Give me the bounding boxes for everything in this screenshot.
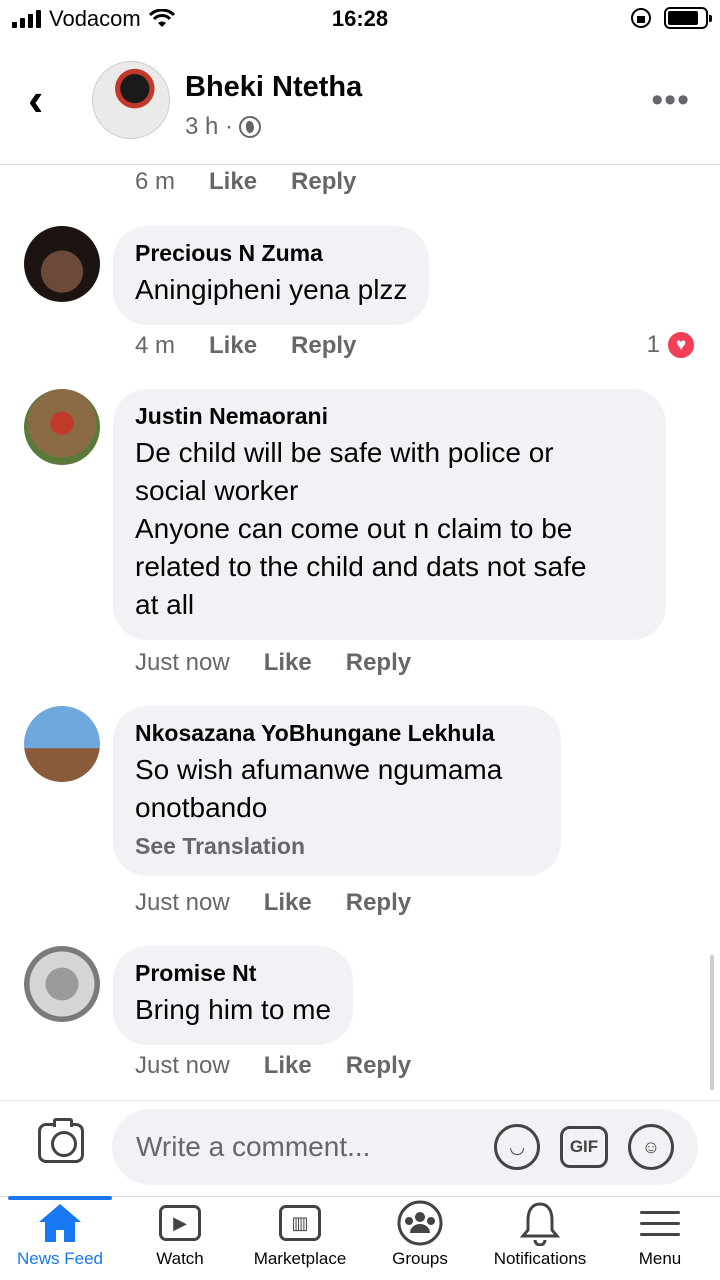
sticker-icon[interactable]: ◡ bbox=[494, 1124, 540, 1170]
clock: 16:28 bbox=[331, 6, 389, 31]
reply-button[interactable]: Reply bbox=[291, 168, 356, 196]
camera-icon[interactable] bbox=[38, 1118, 84, 1163]
tab-marketplace[interactable]: ▥ Marketplace bbox=[240, 1197, 360, 1280]
comment-text: So wish afumanwe ngumama onotbando bbox=[135, 754, 503, 823]
like-button[interactable]: Like bbox=[264, 1052, 312, 1080]
like-button[interactable]: Like bbox=[209, 168, 257, 196]
comment-placeholder[interactable]: Write a comment... bbox=[136, 1131, 474, 1163]
comment-bubble: Precious N Zuma Aningipheni yena plzz bbox=[113, 226, 430, 325]
emoji-icon[interactable]: ☺ bbox=[628, 1124, 674, 1170]
tab-groups[interactable]: Groups bbox=[360, 1197, 480, 1280]
comment-actions: Just now Like Reply bbox=[135, 1052, 411, 1080]
comments-list: 6 m Like Reply Precious N Zuma Aningiphe… bbox=[0, 166, 720, 1096]
status-bar: Vodacom 16:28 bbox=[0, 0, 720, 40]
avatar[interactable] bbox=[24, 389, 100, 465]
tab-label: Marketplace bbox=[253, 1249, 347, 1268]
groups-icon bbox=[360, 1197, 480, 1249]
bottom-tab-bar: News Feed ▶ Watch ▥ Marketplace Groups N… bbox=[0, 1196, 720, 1280]
comment-time: Just now bbox=[135, 889, 230, 916]
comment-time: Just now bbox=[135, 649, 230, 676]
tab-menu[interactable]: Menu bbox=[600, 1197, 720, 1280]
author-name[interactable]: Bheki Ntetha bbox=[185, 71, 362, 104]
comment-author[interactable]: Precious N Zuma bbox=[135, 240, 407, 267]
tab-news-feed[interactable]: News Feed bbox=[0, 1196, 120, 1280]
comment-time: 6 m bbox=[135, 168, 176, 195]
gif-button[interactable]: GIF bbox=[560, 1126, 608, 1168]
tab-label: Groups bbox=[392, 1249, 448, 1268]
like-button[interactable]: Like bbox=[264, 889, 312, 917]
avatar[interactable] bbox=[24, 226, 100, 302]
like-button[interactable]: Like bbox=[209, 332, 257, 360]
back-icon[interactable]: ‹ bbox=[28, 76, 68, 123]
reaction-number: 1 bbox=[646, 331, 660, 358]
reaction-count[interactable]: 1 ♥ bbox=[647, 330, 696, 360]
marketplace-icon: ▥ bbox=[240, 1197, 360, 1249]
reply-button[interactable]: Reply bbox=[346, 1052, 411, 1080]
reply-button[interactable]: Reply bbox=[346, 889, 411, 917]
post-time: 3 h · bbox=[185, 113, 234, 140]
home-icon bbox=[0, 1197, 120, 1249]
reply-button[interactable]: Reply bbox=[291, 332, 356, 360]
watch-icon: ▶ bbox=[120, 1197, 240, 1249]
comment-actions: 6 m Like Reply bbox=[135, 168, 356, 196]
tab-notifications[interactable]: Notifications bbox=[480, 1197, 600, 1280]
comment-input[interactable]: Write a comment... ◡ GIF ☺ bbox=[112, 1109, 698, 1185]
comment-author[interactable]: Justin Nemaorani bbox=[135, 403, 644, 430]
tab-label: News Feed bbox=[17, 1249, 103, 1268]
orientation-lock-icon bbox=[631, 8, 651, 28]
comment-actions: Just now Like Reply bbox=[135, 889, 411, 917]
more-options-icon[interactable]: ••• bbox=[651, 81, 690, 120]
tab-watch[interactable]: ▶ Watch bbox=[120, 1197, 240, 1280]
comment-bubble: Nkosazana YoBhungane Lekhula So wish afu… bbox=[113, 706, 561, 876]
tab-label: Menu bbox=[638, 1249, 682, 1268]
comment-time: Just now bbox=[135, 1052, 230, 1079]
avatar[interactable] bbox=[24, 706, 100, 782]
globe-icon bbox=[239, 116, 262, 138]
comment-time: 4 m bbox=[135, 332, 176, 359]
tab-label: Watch bbox=[156, 1249, 204, 1268]
battery-icon bbox=[664, 7, 712, 29]
comment-composer: Write a comment... ◡ GIF ☺ bbox=[0, 1100, 720, 1196]
avatar[interactable] bbox=[24, 946, 100, 1022]
tab-label: Notifications bbox=[493, 1249, 587, 1268]
avatar[interactable] bbox=[92, 61, 170, 139]
comment-actions: Just now Like Reply bbox=[135, 649, 411, 677]
comment-bubble: Justin Nemaorani De child will be safe w… bbox=[113, 389, 666, 640]
see-translation-link[interactable]: See Translation bbox=[135, 833, 539, 860]
comment-author[interactable]: Nkosazana YoBhungane Lekhula bbox=[135, 720, 539, 747]
like-button[interactable]: Like bbox=[264, 649, 312, 677]
comment-text: Aningipheni yena plzz bbox=[135, 274, 408, 305]
bell-icon bbox=[480, 1197, 600, 1249]
comment-text: De child will be safe with police or soc… bbox=[135, 437, 587, 620]
heart-icon: ♥ bbox=[666, 330, 696, 360]
reply-button[interactable]: Reply bbox=[346, 649, 411, 677]
post-header: ‹ Bheki Ntetha 3 h · ••• bbox=[0, 55, 720, 165]
comment-text: Bring him to me bbox=[135, 994, 332, 1025]
comment-author[interactable]: Promise Nt bbox=[135, 960, 331, 987]
menu-icon bbox=[600, 1197, 720, 1249]
scrollbar[interactable] bbox=[710, 955, 714, 1090]
comment-actions: 4 m Like Reply bbox=[135, 332, 356, 360]
comment-bubble: Promise Nt Bring him to me bbox=[113, 946, 354, 1045]
post-meta: 3 h · bbox=[185, 113, 262, 141]
